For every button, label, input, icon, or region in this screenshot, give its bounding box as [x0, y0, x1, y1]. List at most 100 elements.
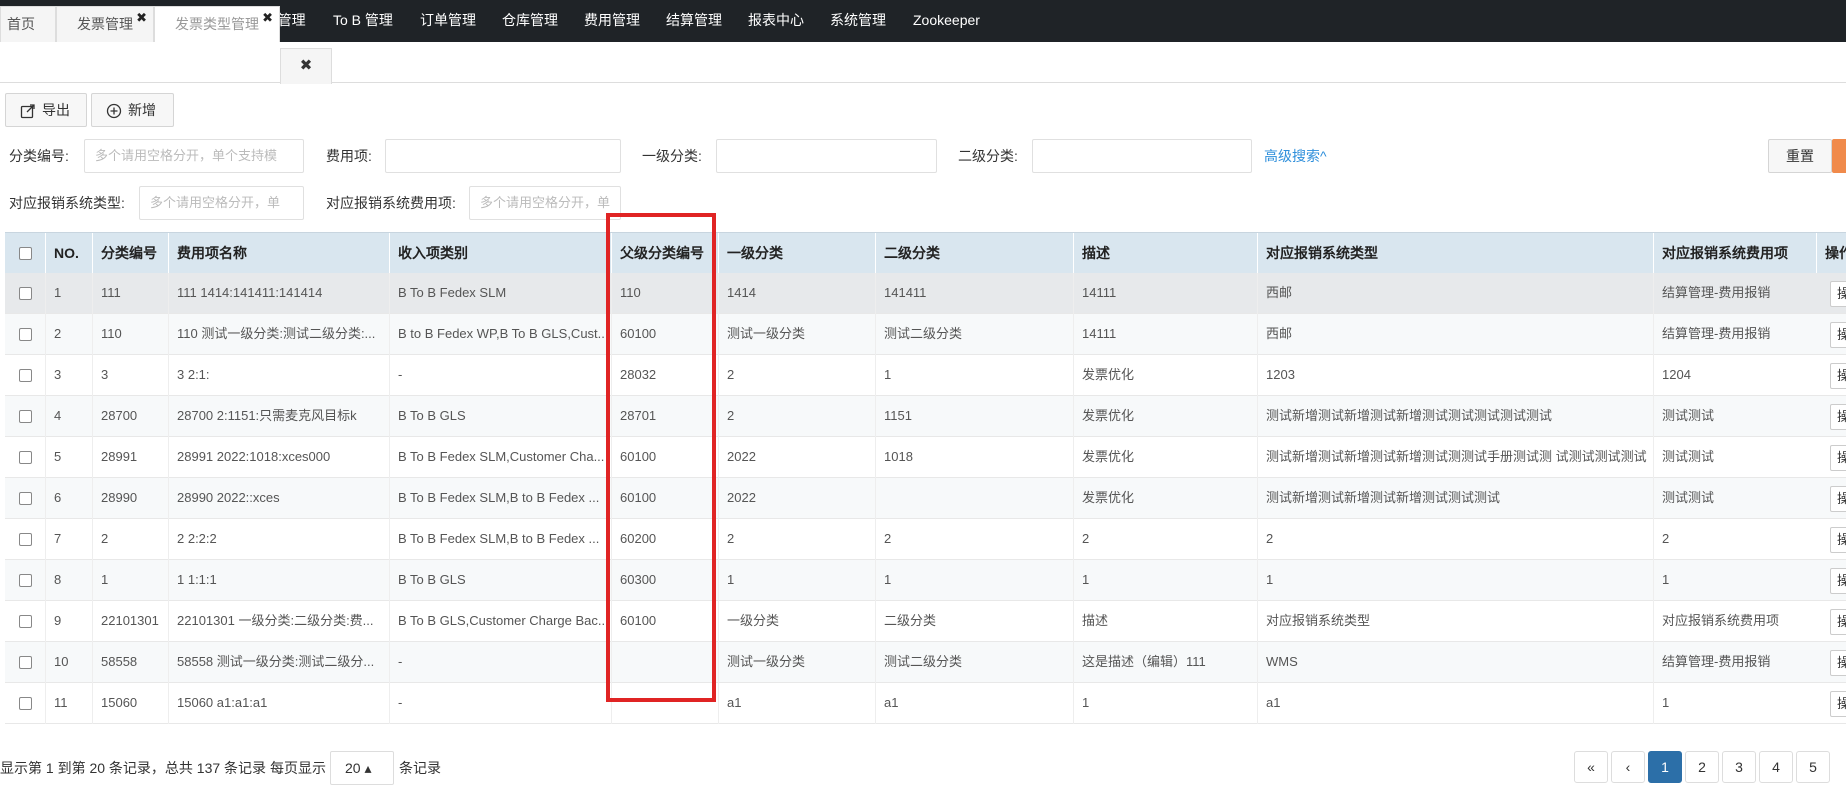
table-cell: 14111: [1073, 273, 1257, 314]
page-number-button[interactable]: 5: [1796, 751, 1830, 783]
table-cell: 1: [1073, 560, 1257, 601]
tab-invoice-management[interactable]: 发票管理 ✖: [56, 6, 154, 42]
table-cell: 测试测试: [1653, 437, 1816, 478]
table-cell: 发票优化: [1073, 437, 1257, 478]
row-action-button[interactable]: 操作: [1830, 322, 1846, 348]
row-action-button[interactable]: 操作: [1830, 404, 1846, 430]
page-number-button[interactable]: 3: [1722, 751, 1756, 783]
prev-page-button[interactable]: ‹: [1611, 751, 1645, 783]
table-cell: 一级分类: [718, 601, 875, 642]
table-cell: 这是描述（编辑）111: [1073, 642, 1257, 683]
column-header[interactable]: 费用项名称: [168, 233, 389, 274]
page-number-button[interactable]: 4: [1759, 751, 1793, 783]
table-cell: 14111: [1073, 314, 1257, 355]
column-header[interactable]: 操作: [1816, 233, 1846, 274]
table-cell: 2: [718, 396, 875, 437]
table-row[interactable]: 111506015060 a1:a1:a1-a1a11a11操作: [5, 683, 1846, 724]
row-checkbox[interactable]: [19, 656, 32, 669]
row-action-button[interactable]: 操作: [1830, 445, 1846, 471]
row-action-button[interactable]: 操作: [1830, 486, 1846, 512]
nav-item[interactable]: 报表中心: [748, 0, 804, 42]
tab-label: 发票管理: [77, 16, 133, 32]
table-row[interactable]: 6 28990 28990 2022::xces B To B Fedex SLM,B…: [5, 478, 1846, 519]
table-cell: 5: [45, 437, 92, 478]
table-row[interactable]: 5 28991 28991 2022:1018:xces000 B To B Fede…: [5, 437, 1846, 478]
table-cell: -: [389, 355, 611, 396]
tab-label: 发票类型管理: [175, 16, 259, 32]
fee-item-input[interactable]: [385, 139, 621, 173]
nav-item[interactable]: To B 管理: [333, 0, 393, 42]
nav-item[interactable]: 仓库管理: [502, 0, 558, 42]
column-header[interactable]: 分类编号: [92, 233, 168, 274]
table-row[interactable]: 4 28700 28700 2:1151:只需麦克风目标k B To B GLS 287…: [5, 396, 1846, 437]
table-cell: 西邮: [1257, 314, 1653, 355]
level2-label: 二级分类:: [958, 148, 1018, 164]
row-checkbox[interactable]: [19, 492, 32, 505]
table-row[interactable]: 333 2:1:-2803221发票优化12031204操作: [5, 355, 1846, 396]
row-checkbox[interactable]: [19, 328, 32, 341]
row-action-button[interactable]: 操作: [1830, 609, 1846, 635]
nav-item[interactable]: 费用管理: [584, 0, 640, 42]
reimb-fee-input[interactable]: 多个请用空格分开，单: [469, 186, 621, 220]
table-cell: B To B Fedex SLM,B to B Fedex ...: [389, 519, 611, 560]
page-number-button[interactable]: 1: [1648, 751, 1682, 783]
tab-invoice-type-management[interactable]: 发票类型管理 ✖: [154, 6, 280, 42]
column-header[interactable]: 收入项类别: [389, 233, 611, 274]
category-code-input[interactable]: 多个请用空格分开，单个支持模: [84, 139, 304, 173]
row-action-button[interactable]: 操作: [1830, 650, 1846, 676]
row-checkbox[interactable]: [19, 697, 32, 710]
advanced-search-link[interactable]: 高级搜索^: [1264, 146, 1327, 166]
table-row[interactable]: 811 1:1:1B To B GLS6030011111操作: [5, 560, 1846, 601]
table-row[interactable]: 722 2:2:2 B To B Fedex SLM,B to B Fedex .…: [5, 519, 1846, 560]
column-header[interactable]: NO.: [45, 233, 92, 274]
tab-home[interactable]: 首页: [0, 6, 56, 42]
row-checkbox[interactable]: [19, 533, 32, 546]
first-page-button[interactable]: «: [1574, 751, 1608, 783]
column-header[interactable]: 对应报销系统类型: [1257, 233, 1653, 274]
column-header[interactable]: 二级分类: [875, 233, 1073, 274]
table-row[interactable]: 9 22101301 22101301 一级分类:二级分类:费... B To B G…: [5, 601, 1846, 642]
nav-item[interactable]: 系统管理: [830, 0, 886, 42]
page-size-select[interactable]: 20 ▴: [330, 751, 394, 785]
nav-item[interactable]: 结算管理: [666, 0, 722, 42]
row-checkbox[interactable]: [19, 574, 32, 587]
table-cell: 15060: [92, 683, 168, 724]
table-cell: 测试测试: [1653, 478, 1816, 519]
add-button[interactable]: 新增: [91, 93, 174, 127]
level2-input[interactable]: [1032, 139, 1252, 173]
close-icon[interactable]: ✖: [262, 1, 273, 35]
table-row[interactable]: 1 111 111 1414:141411:141414 B To B Fedex S…: [5, 273, 1846, 314]
table-cell: 1: [1257, 560, 1653, 601]
row-action-button[interactable]: 操作: [1830, 527, 1846, 553]
close-all-tabs-button[interactable]: ✖: [280, 48, 332, 84]
table-cell: B To B Fedex SLM,B to B Fedex ...: [389, 478, 611, 519]
tab-label: 首页: [7, 16, 35, 32]
column-header[interactable]: 描述: [1073, 233, 1257, 274]
column-header[interactable]: 一级分类: [718, 233, 875, 274]
table-cell: 对应报销系统类型: [1257, 601, 1653, 642]
search-button[interactable]: [1832, 139, 1846, 173]
level1-input[interactable]: [716, 139, 937, 173]
export-button[interactable]: 导出: [5, 93, 87, 127]
row-checkbox[interactable]: [19, 287, 32, 300]
row-checkbox[interactable]: [19, 615, 32, 628]
page-number-button[interactable]: 2: [1685, 751, 1719, 783]
table-cell: 110 测试一级分类:测试二级分类:...: [168, 314, 389, 355]
row-checkbox[interactable]: [19, 410, 32, 423]
row-action-button[interactable]: 操作: [1830, 281, 1846, 307]
row-checkbox[interactable]: [19, 451, 32, 464]
row-action-button[interactable]: 操作: [1830, 568, 1846, 594]
row-action-button[interactable]: 操作: [1830, 691, 1846, 717]
row-checkbox[interactable]: [19, 369, 32, 382]
close-icon[interactable]: ✖: [136, 1, 147, 35]
table-row[interactable]: 10 58558 58558 测试一级分类:测试二级分... - 测试一级分类 测试二级分…: [5, 642, 1846, 683]
reimb-type-input[interactable]: 多个请用空格分开，单: [139, 186, 304, 220]
reset-button[interactable]: 重置: [1768, 139, 1832, 173]
row-action-button[interactable]: 操作: [1830, 363, 1846, 389]
table-row[interactable]: 2 110 110 测试一级分类:测试二级分类:... B to B Fedex WP…: [5, 314, 1846, 355]
nav-item[interactable]: Zookeeper: [913, 0, 980, 42]
select-all-checkbox[interactable]: [19, 247, 32, 260]
column-header[interactable]: 对应报销系统费用项: [1653, 233, 1816, 274]
nav-item[interactable]: 订单管理: [420, 0, 476, 42]
table-cell: 2: [1653, 519, 1816, 560]
